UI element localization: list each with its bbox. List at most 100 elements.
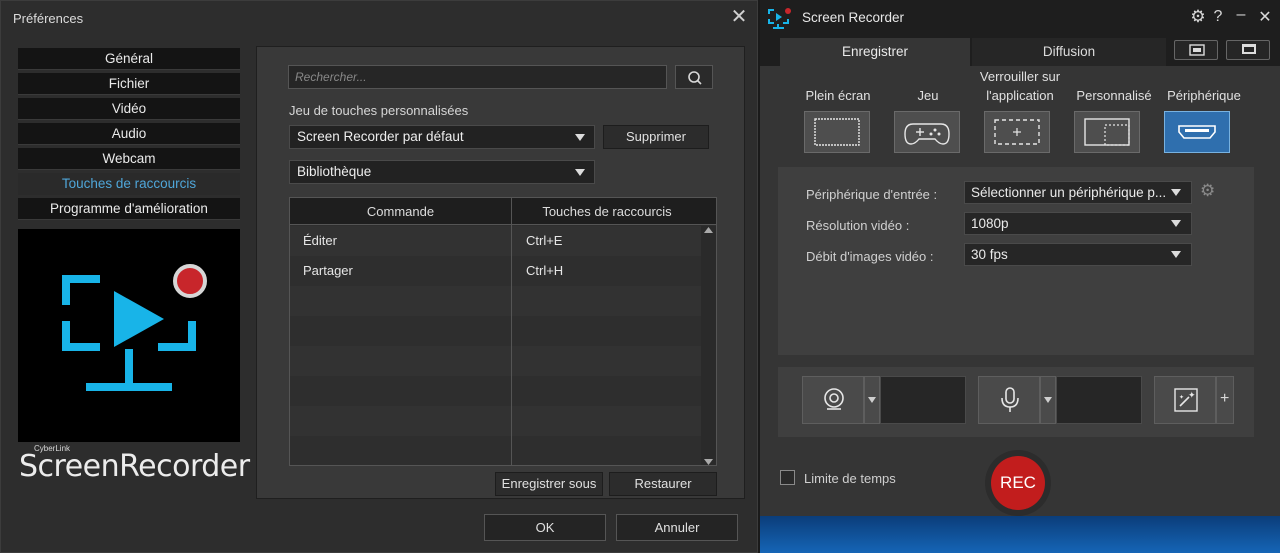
- table-row-empty: [290, 376, 702, 406]
- mode-label-custom: Personnalisé: [1076, 88, 1152, 103]
- nav-item-improvement[interactable]: Programme d'amélioration: [18, 198, 240, 220]
- window-mode-button[interactable]: [1226, 40, 1270, 60]
- chevron-down-icon: [575, 134, 585, 141]
- gear-icon[interactable]: ⚙: [1188, 7, 1208, 27]
- time-limit-label: Limite de temps: [804, 471, 896, 486]
- framerate-value: 30 fps: [971, 247, 1008, 262]
- mode-custom-button[interactable]: [1074, 111, 1140, 153]
- search-button[interactable]: [675, 65, 713, 89]
- table-row[interactable]: Partager Ctrl+H: [290, 256, 702, 286]
- tab-record[interactable]: Enregistrer: [780, 38, 970, 66]
- table-scrollbar[interactable]: [701, 226, 716, 465]
- effects-button[interactable]: ✦ ✦: [1154, 376, 1216, 424]
- category-value: Bibliothèque: [297, 164, 372, 179]
- recorder-titlebar: Screen Recorder ⚙ ? – ✕: [760, 0, 1280, 36]
- effects-icon: ✦ ✦: [1174, 388, 1198, 412]
- record-label: REC: [991, 456, 1045, 510]
- brand-name: ScreenRecorder: [19, 449, 250, 484]
- plus-icon: +: [1220, 390, 1230, 407]
- search-icon: [688, 71, 702, 85]
- column-header-command[interactable]: Commande: [290, 198, 511, 225]
- mode-lock-app-button[interactable]: [984, 111, 1050, 153]
- nav-item-file[interactable]: Fichier: [18, 73, 240, 95]
- hotkey-set-dropdown[interactable]: Screen Recorder par défaut: [289, 125, 595, 149]
- webcam-dropdown[interactable]: [864, 376, 880, 424]
- cell-keys: Ctrl+H: [526, 263, 564, 278]
- mode-label-device: Périphérique: [1167, 88, 1241, 103]
- chevron-down-icon: [1171, 189, 1181, 196]
- column-header-keys[interactable]: Touches de raccourcis: [512, 198, 702, 225]
- mode-game-button[interactable]: [894, 111, 960, 153]
- save-as-button[interactable]: Enregistrer sous: [495, 472, 603, 496]
- table-header: Commande Touches de raccourcis: [290, 198, 716, 225]
- screen-recorder-window: Screen Recorder ⚙ ? – ✕ Enregistrer Diff…: [760, 0, 1280, 553]
- webcam-preview: [880, 376, 966, 424]
- table-row-empty: [290, 346, 702, 376]
- resolution-dropdown[interactable]: 1080p: [964, 212, 1192, 235]
- hotkey-set-value: Screen Recorder par défaut: [297, 129, 464, 144]
- svg-text:✦: ✦: [1179, 394, 1184, 401]
- microphone-dropdown[interactable]: [1040, 376, 1056, 424]
- table-row-empty: [290, 436, 702, 465]
- delete-button[interactable]: Supprimer: [603, 125, 709, 149]
- table-row[interactable]: Éditer Ctrl+E: [290, 226, 702, 256]
- resolution-label: Résolution vidéo :: [806, 218, 910, 233]
- close-icon[interactable]: ✕: [729, 7, 749, 27]
- table-row-empty: [290, 286, 702, 316]
- microphone-level: [1056, 376, 1142, 424]
- lock-app-icon: [994, 119, 1040, 145]
- chevron-down-icon: [1171, 251, 1181, 258]
- table-body: Éditer Ctrl+E Partager Ctrl+H: [290, 226, 702, 465]
- nav-item-audio[interactable]: Audio: [18, 123, 240, 145]
- restore-button[interactable]: Restaurer: [609, 472, 717, 496]
- nav-item-webcam[interactable]: Webcam: [18, 148, 240, 170]
- webcam-button[interactable]: [802, 376, 864, 424]
- screen-recorder-logo-icon: [62, 264, 207, 391]
- preferences-nav: Général Fichier Vidéo Audio Webcam Touch…: [18, 48, 240, 223]
- cell-command: Partager: [303, 263, 353, 278]
- category-dropdown[interactable]: Bibliothèque: [289, 160, 595, 184]
- chevron-down-icon: [1171, 220, 1181, 227]
- mode-label-game: Jeu: [917, 88, 939, 103]
- add-source-button[interactable]: +: [1216, 376, 1234, 424]
- column-divider: [511, 198, 512, 465]
- window-mode-icon: [1242, 44, 1256, 54]
- framerate-label: Débit d'images vidéo :: [806, 249, 934, 264]
- help-icon[interactable]: ?: [1210, 8, 1226, 26]
- mode-label-lock-app: Verrouiller sur l'application: [979, 69, 1061, 103]
- scroll-down-icon: [704, 459, 713, 465]
- device-settings-panel: Périphérique d'entrée : Sélectionner un …: [778, 167, 1254, 355]
- nav-item-general[interactable]: Général: [18, 48, 240, 70]
- chevron-down-icon: [1044, 397, 1052, 403]
- close-icon[interactable]: ✕: [1256, 7, 1274, 27]
- microphone-icon: [1001, 387, 1019, 412]
- mode-device-button[interactable]: [1164, 111, 1230, 153]
- microphone-button[interactable]: [978, 376, 1040, 424]
- nav-item-hotkeys[interactable]: Touches de raccourcis: [18, 173, 240, 195]
- scroll-up-icon: [704, 227, 713, 233]
- preferences-window: Préférences ✕ Général Fichier Vidéo Audi…: [0, 0, 758, 553]
- cancel-button[interactable]: Annuler: [616, 514, 738, 541]
- cell-command: Éditer: [303, 233, 337, 248]
- hdmi-icon: [1178, 125, 1216, 139]
- preferences-titlebar: Préférences ✕: [1, 1, 757, 35]
- tab-broadcast[interactable]: Diffusion: [972, 38, 1166, 66]
- cell-keys: Ctrl+E: [526, 233, 563, 248]
- webcam-icon: [824, 388, 844, 410]
- time-limit-checkbox[interactable]: [780, 470, 795, 485]
- mode-fullscreen-button[interactable]: [804, 111, 870, 153]
- mode-label-fullscreen: Plein écran: [805, 88, 871, 103]
- search-input[interactable]: Rechercher...: [288, 65, 667, 89]
- capture-region-button[interactable]: [1174, 40, 1218, 60]
- framerate-dropdown[interactable]: 30 fps: [964, 243, 1192, 266]
- fullscreen-icon: [814, 118, 860, 146]
- ok-button[interactable]: OK: [484, 514, 606, 541]
- hotkey-set-label: Jeu de touches personnalisées: [289, 103, 469, 118]
- capture-region-icon: [1189, 44, 1205, 56]
- device-settings-gear-icon[interactable]: ⚙: [1200, 181, 1215, 201]
- desktop-background: [760, 516, 1280, 553]
- nav-item-video[interactable]: Vidéo: [18, 98, 240, 120]
- record-button[interactable]: REC: [985, 450, 1051, 516]
- input-device-dropdown[interactable]: Sélectionner un périphérique p...: [964, 181, 1192, 204]
- minimize-icon[interactable]: –: [1233, 6, 1249, 24]
